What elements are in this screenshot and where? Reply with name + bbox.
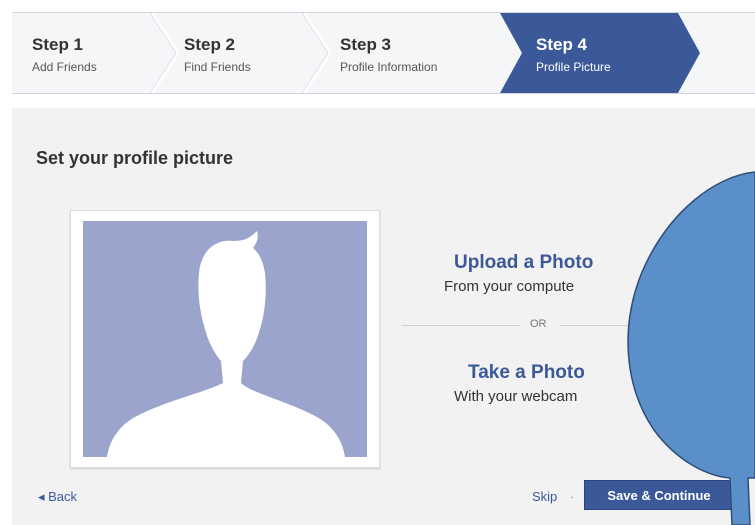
page-title: Set your profile picture [36,148,234,168]
take-photo-link[interactable]: Take a Photo [468,362,585,384]
step-progress-bar: Step 1 Add Friends Step 2 Find Friends S… [12,12,755,94]
step-4-subtitle: Profile Picture [536,60,611,74]
upload-photo-subtitle: From your compute [444,278,575,295]
step-2-subtitle: Find Friends [184,60,251,74]
signup-wizard: Step 1 Add Friends Step 2 Find Friends S… [0,0,755,525]
profile-picture-placeholder [83,221,367,457]
step-1-title: Step 1 [32,35,84,54]
step-3-subtitle: Profile Information [340,60,438,74]
step-2-title: Step 2 [184,35,236,54]
callout-bubble [627,171,755,525]
step-3-title: Step 3 [340,35,392,54]
back-link[interactable]: ◂ Back [38,489,77,505]
or-label: OR [530,318,547,330]
step-2[interactable]: Step 2 Find Friends [172,13,322,93]
step-3[interactable]: Step 3 Profile Information [328,13,498,93]
profile-picture-frame [70,210,380,468]
step-1-subtitle: Add Friends [32,60,97,74]
upload-photo-link[interactable]: Upload a Photo [454,252,593,274]
skip-separator: · [570,489,575,504]
step-1[interactable]: Step 1 Add Friends [12,13,162,93]
divider-left [402,325,520,326]
default-silhouette-icon [107,231,345,457]
step-4-title: Step 4 [536,35,588,54]
take-photo-subtitle: With your webcam [454,388,578,405]
skip-link[interactable]: Skip [532,489,557,504]
step-4[interactable]: Step 4 Profile Picture [522,13,692,93]
